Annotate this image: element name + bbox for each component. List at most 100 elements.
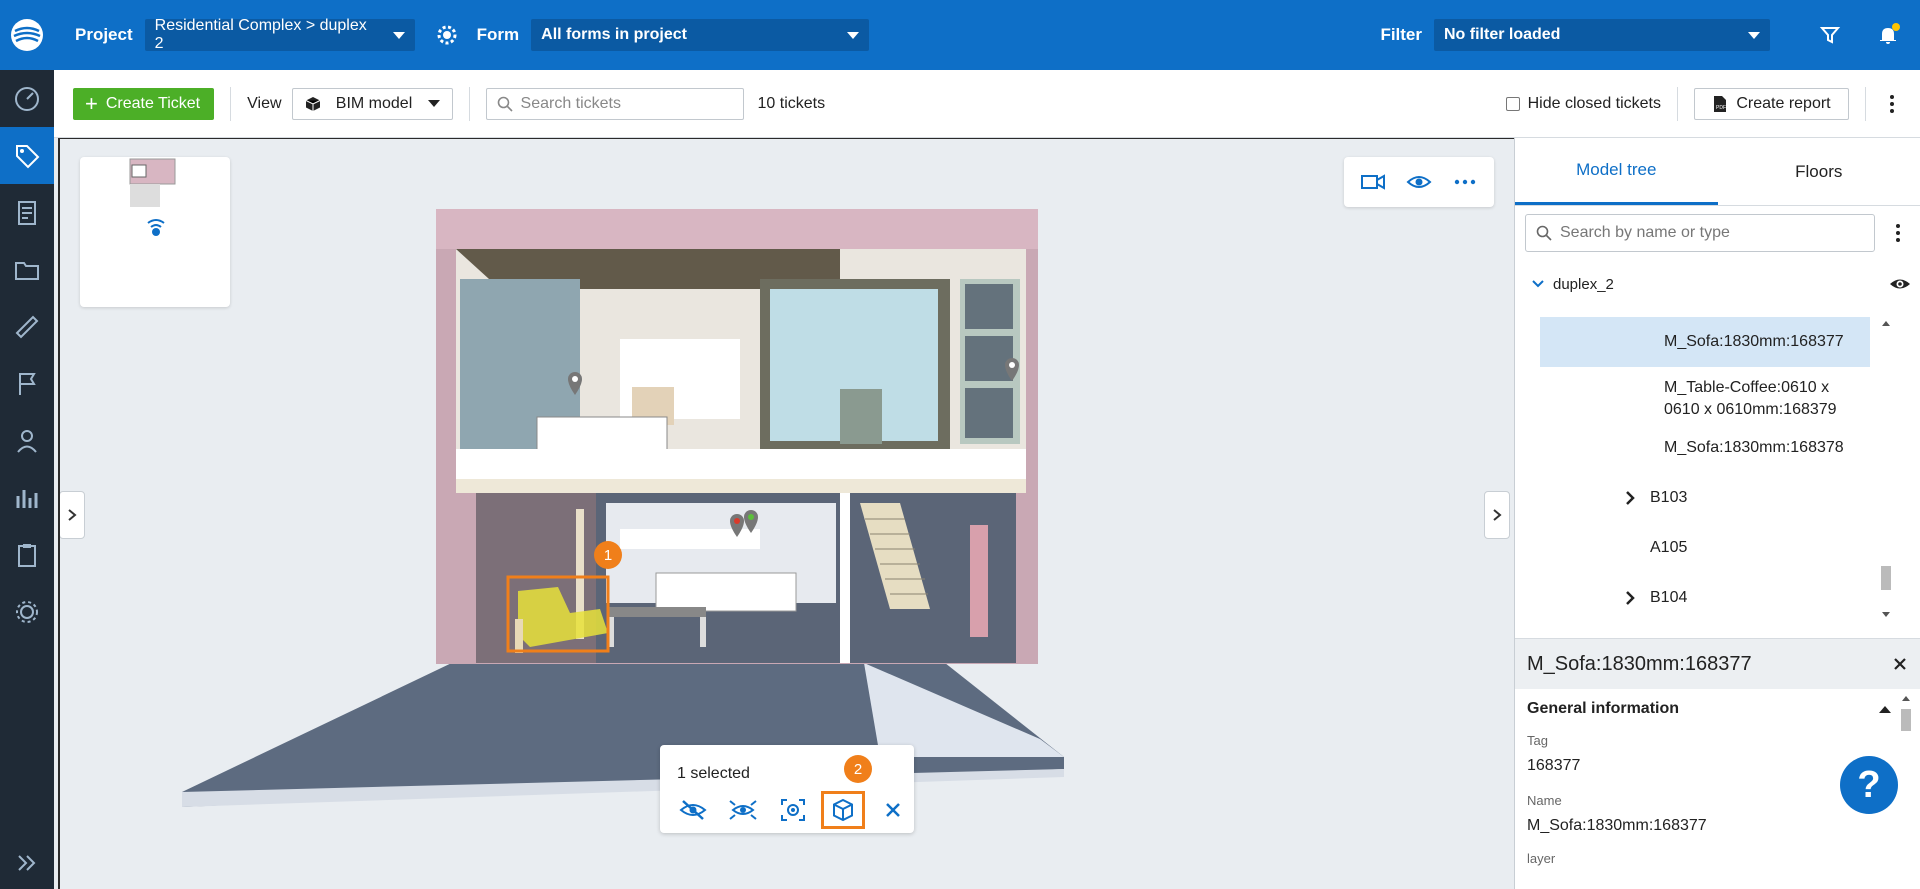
project-settings-button[interactable] [427, 15, 467, 55]
tree-item-label: B104 [1650, 589, 1688, 606]
top-bar: Project Residential Complex > duplex 2 F… [54, 0, 1920, 70]
focus-selected-button[interactable] [768, 791, 818, 829]
property-key: Tag [1527, 733, 1548, 748]
kebab-icon [1890, 94, 1894, 99]
create-ticket-button[interactable]: + Create Ticket [73, 87, 215, 120]
hide-closed-checkbox[interactable] [1505, 96, 1520, 111]
ticket-search[interactable] [485, 87, 744, 120]
kebab-dot [1890, 108, 1894, 113]
nav-analytics[interactable] [0, 469, 54, 526]
eye-icon[interactable] [1406, 172, 1432, 192]
divider [1865, 86, 1866, 121]
nav-checklists[interactable] [0, 526, 54, 583]
isolate-selected-button[interactable] [718, 791, 768, 829]
isolate-icon [729, 800, 757, 820]
ticket-search-input[interactable] [520, 94, 701, 113]
expand-nav-button[interactable] [0, 843, 54, 883]
chevron-right-icon [1493, 509, 1502, 521]
model-tree: duplex_2 M_Sofa:1830mm:168377 M_Table-Co… [1515, 268, 1920, 638]
eye-icon[interactable] [1889, 276, 1911, 292]
panel-tabs: Model tree Floors [1515, 138, 1920, 206]
tree-item[interactable]: M_Sofa:1830mm:168378 [1540, 430, 1870, 466]
bim-viewer[interactable]: 1 1 selected 2 [58, 138, 1514, 889]
show-properties-button[interactable] [821, 791, 865, 829]
filter-select[interactable]: No filter loaded [1434, 19, 1770, 51]
search-icon [497, 96, 513, 112]
properties-title: M_Sofa:1830mm:168377 [1527, 652, 1752, 675]
more-horizontal-icon[interactable] [1452, 172, 1478, 192]
project-select[interactable]: Residential Complex > duplex 2 [144, 17, 415, 52]
ticket-count: 10 tickets [757, 94, 826, 112]
filter-button[interactable] [1810, 15, 1850, 55]
left-navigation [0, 0, 54, 889]
nav-milestones[interactable] [0, 355, 54, 412]
camera-icon[interactable] [1360, 172, 1386, 192]
hide-selected-button[interactable] [668, 791, 718, 829]
toolbar: + Create Ticket View BIM model 10 ticket… [54, 70, 1920, 138]
nav-measure[interactable] [0, 298, 54, 355]
create-report-label: Create report [1736, 94, 1831, 112]
clear-selection-button[interactable] [868, 791, 918, 829]
chevron-down-icon [1532, 280, 1544, 288]
chevron-right-icon [1626, 591, 1635, 605]
tree-root[interactable]: duplex_2 [1531, 268, 1911, 300]
form-select[interactable]: All forms in project [531, 19, 870, 51]
question-icon: ? [1857, 763, 1881, 806]
tree-item[interactable]: M_Sofa:1830mm:168377 [1540, 317, 1870, 367]
close-icon[interactable] [1893, 657, 1907, 671]
step-badge-1: 1 [594, 541, 622, 569]
app-logo[interactable] [0, 0, 54, 70]
chevron-down-icon [392, 31, 405, 39]
tree-item-label: B103 [1650, 489, 1688, 506]
step-badge-2: 2 [844, 755, 872, 783]
general-information-section[interactable]: General information [1515, 689, 1920, 729]
nav-tickets[interactable] [0, 127, 54, 184]
divider [230, 86, 232, 121]
tab-model-tree[interactable]: Model tree [1515, 138, 1718, 205]
view-select[interactable]: BIM model [291, 87, 453, 120]
tree-item[interactable]: B103 [1540, 478, 1870, 518]
project-value: Residential Complex > duplex 2 [154, 17, 367, 52]
create-ticket-label: Create Ticket [105, 94, 201, 112]
filter-value: No filter loaded [1444, 26, 1561, 43]
tree-item[interactable]: A105 [1540, 528, 1870, 568]
nav-users[interactable] [0, 412, 54, 469]
properties-scrollbar[interactable] [1897, 691, 1915, 751]
tree-item-label: M_Sofa:1830mm:168377 [1664, 333, 1844, 350]
cube-icon [305, 96, 320, 111]
chevron-down-icon [1748, 31, 1760, 39]
nav-dashboard[interactable] [0, 70, 54, 127]
section-title: General information [1527, 700, 1680, 717]
gauge-icon [15, 86, 39, 111]
tree-search[interactable] [1525, 214, 1875, 252]
tree-more-button[interactable] [1895, 224, 1901, 242]
chevron-right-icon [68, 509, 77, 521]
notification-dot [1892, 23, 1900, 31]
tab-floors[interactable]: Floors [1718, 138, 1920, 205]
caret-up-icon [1879, 705, 1891, 713]
tree-item[interactable]: M_Table-Coffee:0610 x 0610 x 0610mm:1683… [1540, 372, 1870, 426]
more-options-button[interactable] [1882, 94, 1902, 113]
nav-forms[interactable] [0, 184, 54, 241]
plus-icon: + [85, 90, 98, 116]
cube-icon [833, 798, 853, 822]
notifications-button[interactable] [1868, 15, 1908, 55]
expand-left-panel-button[interactable] [60, 491, 85, 539]
filter-label: Filter [1380, 25, 1422, 44]
expand-right-panel-button[interactable] [1484, 491, 1510, 539]
tree-item-label: M_Sofa:1830mm:168378 [1664, 439, 1844, 456]
pdf-icon: PDF [1714, 95, 1727, 112]
nav-files[interactable] [0, 241, 54, 298]
nav-settings[interactable] [0, 583, 54, 640]
create-report-button[interactable]: PDF Create report [1694, 87, 1849, 120]
hide-closed-toggle[interactable]: Hide closed tickets [1505, 95, 1661, 113]
tree-item[interactable]: B104 [1540, 578, 1870, 618]
tree-scrollbar[interactable] [1879, 316, 1893, 622]
selection-panel: 1 selected [660, 745, 914, 833]
help-button[interactable]: ? [1840, 756, 1898, 814]
caret-down-icon [427, 100, 440, 107]
tree-item-label: A105 [1650, 539, 1688, 556]
tree-search-input[interactable] [1560, 224, 1850, 242]
form-label: Form [476, 25, 520, 44]
chevron-down-icon [847, 31, 860, 39]
